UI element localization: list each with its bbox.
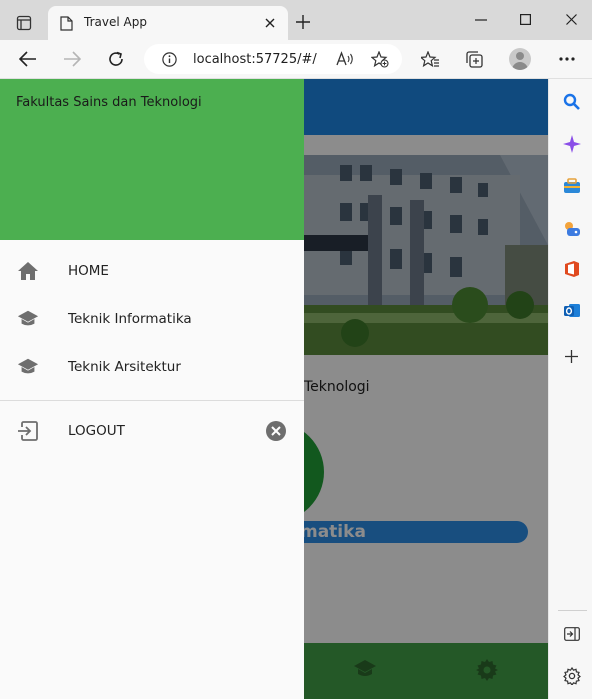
collections-icon[interactable]: [466, 51, 484, 68]
games-icon[interactable]: [563, 220, 581, 237]
forward-icon: [64, 51, 81, 67]
new-tab-icon[interactable]: [296, 15, 310, 29]
favorites-icon[interactable]: [421, 51, 440, 68]
drawer-header: Fakultas Sains dan Teknologi: [0, 79, 304, 240]
office-icon[interactable]: [564, 260, 580, 278]
page-icon: [60, 16, 73, 31]
logout-icon: [18, 421, 38, 441]
drawer-item-logout[interactable]: LOGOUT: [0, 408, 304, 456]
close-circle-icon[interactable]: [266, 421, 286, 441]
search-icon[interactable]: [563, 93, 580, 110]
maximize-icon[interactable]: [520, 14, 531, 25]
navigation-drawer: Fakultas Sains dan Teknologi HOME Teknik…: [0, 79, 304, 699]
drawer-item-label: Teknik Arsitektur: [68, 359, 181, 375]
drawer-header-title: Fakultas Sains dan Teknologi: [16, 95, 202, 110]
back-icon[interactable]: [19, 51, 37, 67]
tab-title: Travel App: [84, 15, 147, 29]
drawer-item-label: LOGOUT: [68, 423, 125, 439]
address-bar[interactable]: localhost:57725/#/: [144, 44, 402, 74]
close-tab-icon[interactable]: [265, 18, 275, 28]
drawer-divider: [0, 400, 304, 401]
drawer-item-home[interactable]: HOME: [0, 248, 304, 296]
outlook-icon[interactable]: [563, 302, 581, 319]
add-favorite-icon[interactable]: [371, 51, 389, 68]
close-window-icon[interactable]: [566, 14, 577, 25]
more-options-icon[interactable]: [559, 57, 575, 61]
home-icon: [18, 262, 38, 280]
edge-sidebar: [548, 79, 592, 699]
browser-toolbar: localhost:57725/#/: [0, 40, 592, 79]
settings-icon[interactable]: [563, 667, 581, 685]
browser-tab[interactable]: Travel App: [48, 6, 288, 40]
profile-avatar[interactable]: [509, 48, 531, 70]
minimize-icon[interactable]: [475, 19, 487, 21]
refresh-icon[interactable]: [107, 50, 125, 68]
sidebar-divider: [558, 610, 587, 611]
browser-tab-strip: Travel App: [0, 0, 592, 40]
read-aloud-icon[interactable]: [336, 51, 354, 67]
drawer-item-teknik-arsitektur[interactable]: Teknik Arsitektur: [0, 344, 304, 392]
school-icon: [17, 310, 39, 326]
drawer-item-teknik-informatika[interactable]: Teknik Informatika: [0, 296, 304, 344]
tab-actions-icon[interactable]: [16, 15, 32, 31]
url-text[interactable]: localhost:57725/#/: [193, 52, 317, 67]
hide-sidebar-icon[interactable]: [564, 627, 580, 641]
copilot-sparkle-icon[interactable]: [563, 135, 581, 153]
drawer-item-label: HOME: [68, 263, 109, 279]
info-icon[interactable]: [162, 52, 177, 67]
drawer-item-label: Teknik Informatika: [68, 311, 192, 327]
shopping-icon[interactable]: [563, 178, 581, 194]
add-sidebar-app-icon[interactable]: [565, 350, 578, 363]
school-icon: [17, 358, 39, 374]
